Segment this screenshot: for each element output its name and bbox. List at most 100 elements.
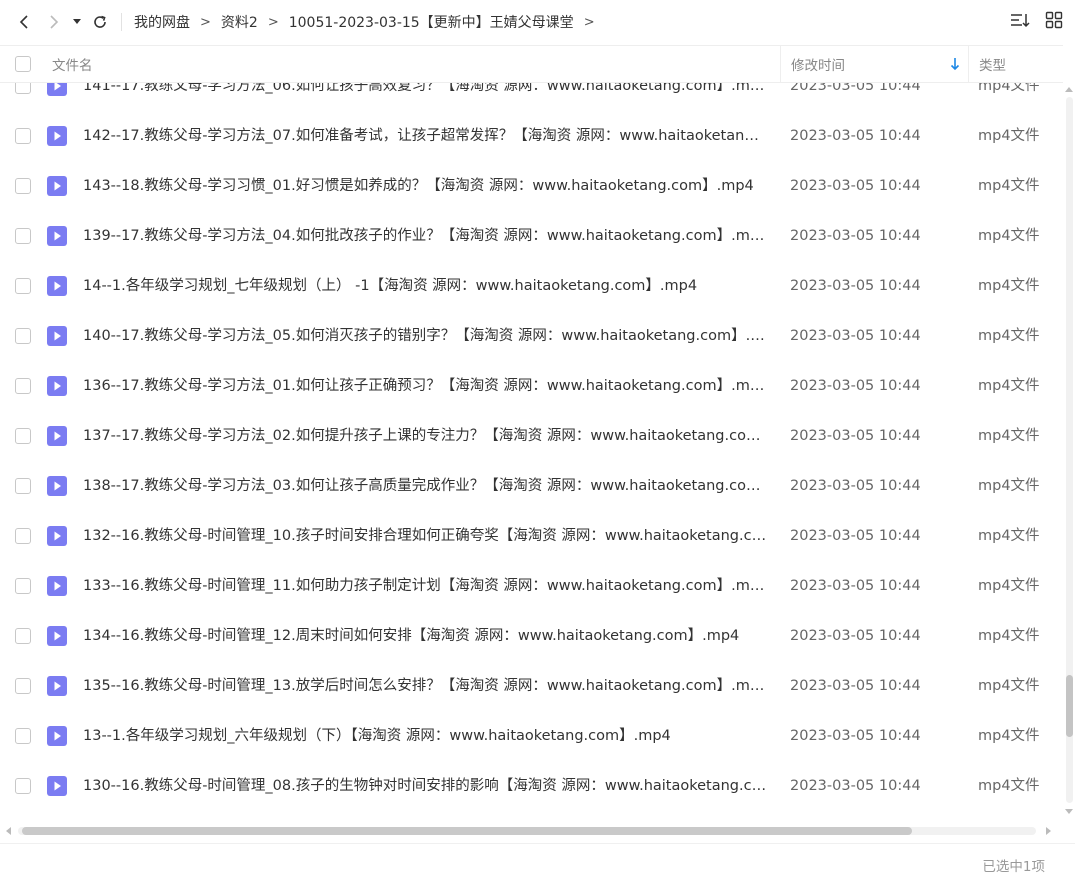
selection-count: 已选中1项	[982, 859, 1045, 875]
arrow-down-icon	[950, 58, 960, 71]
column-header-time[interactable]: 修改时间	[780, 46, 970, 82]
table-row[interactable]: 135--16.教练父母-时间管理_13.放学后时间怎么安排？【海淘资 源网：w…	[0, 661, 1063, 711]
select-all-checkbox[interactable]	[15, 56, 31, 72]
file-name[interactable]: 133--16.教练父母-时间管理_11.如何助力孩子制定计划【海淘资 源网：w…	[83, 561, 768, 611]
modified-time: 2023-03-05 10:44	[790, 528, 921, 544]
table-row[interactable]: 136--17.教练父母-学习方法_01.如何让孩子正确预习？【海淘资 源网：w…	[0, 361, 1063, 411]
table-row[interactable]: 140--17.教练父母-学习方法_05.如何消灭孩子的错别字？【海淘资 源网：…	[0, 311, 1063, 361]
file-name[interactable]: 139--17.教练父母-学习方法_04.如何批改孩子的作业？【海淘资 源网：w…	[83, 211, 768, 261]
breadcrumb-separator: >	[200, 14, 211, 30]
grid-view-icon	[1045, 11, 1063, 29]
modified-time: 2023-03-05 10:44	[790, 278, 921, 294]
file-type: mp4文件	[978, 428, 1040, 444]
scroll-left-icon[interactable]	[6, 827, 11, 835]
video-file-icon	[47, 576, 67, 596]
table-row[interactable]: 133--16.教练父母-时间管理_11.如何助力孩子制定计划【海淘资 源网：w…	[0, 561, 1063, 611]
row-checkbox[interactable]	[15, 428, 31, 444]
caret-down-icon	[73, 19, 81, 24]
file-name[interactable]: 142--17.教练父母-学习方法_07.如何准备考试，让孩子超常发挥？【海淘资…	[83, 111, 768, 161]
file-type: mp4文件	[978, 478, 1040, 494]
file-name[interactable]: 137--17.教练父母-学习方法_02.如何提升孩子上课的专注力？【海淘资 源…	[83, 411, 768, 461]
row-checkbox[interactable]	[15, 128, 31, 144]
file-name[interactable]: 143--18.教练父母-学习习惯_01.好习惯是如养成的？【海淘资 源网：ww…	[83, 161, 768, 211]
table-row[interactable]: 134--16.教练父母-时间管理_12.周末时间如何安排【海淘资 源网：www…	[0, 611, 1063, 661]
modified-time: 2023-03-05 10:44	[790, 228, 921, 244]
back-button[interactable]	[13, 8, 35, 36]
table-row[interactable]: 141--17.教练父母-学习方法_06.如何让孩子高效复习？【海淘资 源网：w…	[0, 83, 1063, 111]
file-type: mp4文件	[978, 378, 1040, 394]
breadcrumb-item-current[interactable]: 10051-2023-03-15【更新中】王婧父母课堂	[289, 12, 574, 32]
table-row[interactable]: 130--16.教练父母-时间管理_08.孩子的生物钟对时间安排的影响【海淘资 …	[0, 761, 1063, 811]
file-name[interactable]: 136--17.教练父母-学习方法_01.如何让孩子正确预习？【海淘资 源网：w…	[83, 361, 768, 411]
column-header-name[interactable]: 文件名	[52, 46, 93, 82]
file-type: mp4文件	[978, 83, 1040, 94]
grid-view-button[interactable]	[1045, 11, 1063, 33]
breadcrumb-item-folder[interactable]: 资料2	[221, 12, 258, 32]
row-checkbox[interactable]	[15, 228, 31, 244]
table-row[interactable]: 138--17.教练父母-学习方法_03.如何让孩子高质量完成作业？【海淘资 源…	[0, 461, 1063, 511]
horizontal-scroll-thumb[interactable]	[22, 827, 912, 835]
table-row[interactable]: 137--17.教练父母-学习方法_02.如何提升孩子上课的专注力？【海淘资 源…	[0, 411, 1063, 461]
file-name[interactable]: 140--17.教练父母-学习方法_05.如何消灭孩子的错别字？【海淘资 源网：…	[83, 311, 768, 361]
sort-button[interactable]	[1009, 11, 1031, 33]
row-checkbox[interactable]	[15, 178, 31, 194]
file-type: mp4文件	[978, 578, 1040, 594]
vertical-scrollbar[interactable]	[1063, 83, 1075, 822]
file-name[interactable]: 135--16.教练父母-时间管理_13.放学后时间怎么安排？【海淘资 源网：w…	[83, 661, 768, 711]
scroll-up-icon[interactable]	[1065, 87, 1073, 92]
row-checkbox[interactable]	[15, 478, 31, 494]
file-type: mp4文件	[978, 228, 1040, 244]
row-checkbox[interactable]	[15, 278, 31, 294]
video-file-icon	[47, 476, 67, 496]
scroll-right-icon[interactable]	[1046, 827, 1051, 835]
column-header-time-label: 修改时间	[791, 58, 845, 74]
table-row[interactable]: 132--16.教练父母-时间管理_10.孩子时间安排合理如何正确夸奖【海淘资 …	[0, 511, 1063, 561]
file-name[interactable]: 14--1.各年级学习规划_七年级规划（上） -1【海淘资 源网：www.hai…	[83, 261, 768, 311]
file-name[interactable]: 141--17.教练父母-学习方法_06.如何让孩子高效复习？【海淘资 源网：w…	[83, 83, 768, 111]
table-row[interactable]: 143--18.教练父母-学习习惯_01.好习惯是如养成的？【海淘资 源网：ww…	[0, 161, 1063, 211]
toolbar-divider	[121, 13, 122, 31]
toolbar: 我的网盘 > 资料2 > 10051-2023-03-15【更新中】王婧父母课堂…	[0, 0, 1075, 44]
column-header-type[interactable]: 类型	[968, 46, 1063, 82]
row-checkbox[interactable]	[15, 378, 31, 394]
file-name[interactable]: 138--17.教练父母-学习方法_03.如何让孩子高质量完成作业？【海淘资 源…	[83, 461, 768, 511]
file-type: mp4文件	[978, 278, 1040, 294]
row-checkbox[interactable]	[15, 728, 31, 744]
forward-button[interactable]	[43, 8, 65, 36]
modified-time: 2023-03-05 10:44	[790, 728, 921, 744]
row-checkbox[interactable]	[15, 578, 31, 594]
video-file-icon	[47, 326, 67, 346]
video-file-icon	[47, 226, 67, 246]
table-row[interactable]: 142--17.教练父母-学习方法_07.如何准备考试，让孩子超常发挥？【海淘资…	[0, 111, 1063, 161]
video-file-icon	[47, 176, 67, 196]
file-name[interactable]: 130--16.教练父母-时间管理_08.孩子的生物钟对时间安排的影响【海淘资 …	[83, 761, 768, 811]
horizontal-scrollbar[interactable]	[0, 822, 1063, 840]
modified-time: 2023-03-05 10:44	[790, 678, 921, 694]
modified-time: 2023-03-05 10:44	[790, 478, 921, 494]
file-name[interactable]: 13--1.各年级学习规划_六年级规划（下）【海淘资 源网：www.haitao…	[83, 711, 768, 761]
scroll-down-icon[interactable]	[1065, 809, 1073, 814]
table-row[interactable]: 13--1.各年级学习规划_六年级规划（下）【海淘资 源网：www.haitao…	[0, 711, 1063, 761]
video-file-icon	[47, 126, 67, 146]
file-name[interactable]: 134--16.教练父母-时间管理_12.周末时间如何安排【海淘资 源网：www…	[83, 611, 768, 661]
table-row[interactable]: 14--1.各年级学习规划_七年级规划（上） -1【海淘资 源网：www.hai…	[0, 261, 1063, 311]
row-checkbox[interactable]	[15, 528, 31, 544]
row-checkbox[interactable]	[15, 678, 31, 694]
file-type: mp4文件	[978, 678, 1040, 694]
modified-time: 2023-03-05 10:44	[790, 128, 921, 144]
modified-time: 2023-03-05 10:44	[790, 428, 921, 444]
video-file-icon	[47, 626, 67, 646]
table-row[interactable]: 139--17.教练父母-学习方法_04.如何批改孩子的作业？【海淘资 源网：w…	[0, 211, 1063, 261]
file-list-header: 文件名 修改时间 类型	[0, 45, 1063, 83]
history-dropdown-button[interactable]	[69, 8, 85, 36]
row-checkbox[interactable]	[15, 328, 31, 344]
refresh-button[interactable]	[89, 8, 111, 36]
row-checkbox[interactable]	[15, 778, 31, 794]
file-type: mp4文件	[978, 728, 1040, 744]
vertical-scroll-thumb[interactable]	[1066, 675, 1073, 737]
video-file-icon	[47, 776, 67, 796]
file-name[interactable]: 132--16.教练父母-时间管理_10.孩子时间安排合理如何正确夸奖【海淘资 …	[83, 511, 768, 561]
row-checkbox[interactable]	[15, 83, 31, 94]
breadcrumb-item-root[interactable]: 我的网盘	[134, 12, 190, 32]
row-checkbox[interactable]	[15, 628, 31, 644]
